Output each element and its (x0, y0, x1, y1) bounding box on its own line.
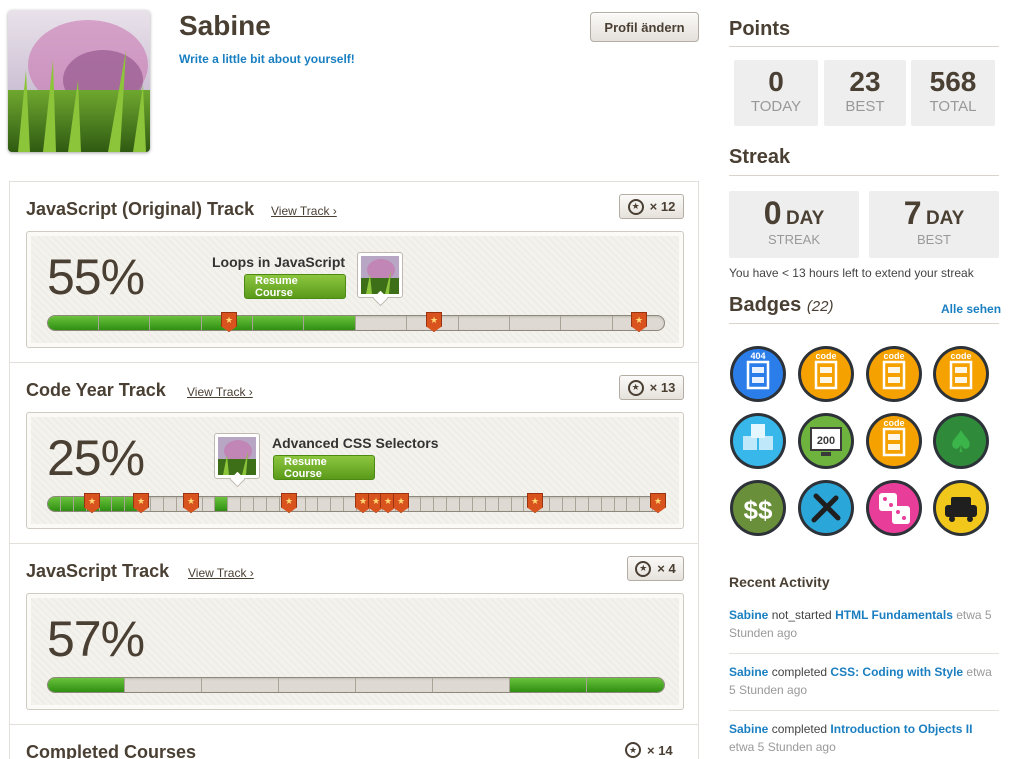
activity-time: etwa 5 Stunden ago (729, 740, 836, 754)
track-count: × 13 (649, 380, 676, 395)
profile-avatar (8, 10, 150, 152)
activity-course-link[interactable]: CSS: Coding with Style (830, 665, 963, 679)
code-robot-icon[interactable]: code (932, 345, 990, 403)
track-count: × 4 (657, 561, 676, 576)
streak-title: Streak (729, 146, 791, 168)
profile-name: Sabine (179, 10, 271, 41)
svg-text:♠: ♠ (948, 425, 975, 460)
streak-note: You have < 13 hours left to extend your … (729, 266, 974, 280)
track-javascript: JavaScript Track View Track › ★ × 4 57% (10, 544, 698, 725)
badges-title: Badges (22) (729, 294, 834, 316)
activity-item: Sabine completed Introduction to Objects… (729, 720, 1001, 756)
svg-text:code: code (883, 418, 904, 428)
completed-count: ★ × 14 (625, 742, 673, 758)
activity-user-link[interactable]: Sabine (729, 608, 768, 622)
view-track-link[interactable]: View Track › (187, 385, 253, 399)
code-robot-icon[interactable]: code (865, 345, 923, 403)
divider (729, 323, 999, 324)
track-progress-bar (47, 677, 665, 693)
track-title: JavaScript (Original) Track (26, 199, 255, 219)
activity-item: Sabine completed CSS: Coding with Style … (729, 663, 1001, 699)
divider (729, 46, 999, 47)
track-count: × 12 (649, 199, 676, 214)
points-total: 568 TOTAL (911, 60, 995, 126)
activity-course-link[interactable]: Introduction to Objects II (830, 722, 972, 736)
completed-courses: Completed Courses ★ × 14 (10, 725, 698, 759)
track-progress-bar (47, 315, 665, 331)
all-badges-link[interactable]: Alle sehen (941, 302, 1001, 316)
activity-action: not_started (768, 608, 836, 622)
activity-course-link[interactable]: HTML Fundamentals (835, 608, 953, 622)
svg-text:200: 200 (817, 435, 835, 447)
dollar-icon[interactable]: $$ (729, 479, 787, 537)
dice-icon[interactable] (865, 479, 923, 537)
view-track-link[interactable]: View Track › (188, 566, 254, 580)
star-circle-icon: ★ (635, 560, 652, 577)
activity-user-link[interactable]: Sabine (729, 722, 768, 736)
track-progress-card: 57% (26, 593, 684, 710)
track-title: Code Year Track (26, 380, 166, 400)
track-badge-count: ★ × 12 (619, 194, 684, 219)
track-percent: 57% (47, 611, 145, 667)
divider (729, 175, 999, 176)
ice-cubes-icon[interactable] (729, 412, 787, 470)
activity-action: completed (768, 665, 831, 679)
view-track-link[interactable]: View Track › (271, 204, 337, 218)
svg-text:$$: $$ (744, 495, 773, 525)
track-badge-count: ★ × 4 (627, 556, 684, 581)
code-robot-icon[interactable]: code (797, 345, 855, 403)
code-robot-icon[interactable]: code (865, 412, 923, 470)
track-progress-card: 25% Advanced CSS Selectors Resume Course… (26, 412, 684, 529)
svg-text:404: 404 (750, 351, 765, 361)
divider (729, 710, 999, 711)
spade-icon[interactable]: ♠ (932, 412, 990, 470)
points-best: 23 BEST (824, 60, 906, 126)
tools-icon[interactable] (797, 479, 855, 537)
track-title: Completed Courses (26, 742, 197, 759)
svg-text:code: code (883, 351, 904, 361)
track-percent: 25% (47, 430, 145, 486)
streak-best: 7 DAY BEST (869, 191, 999, 258)
resume-course-button[interactable]: Resume Course (244, 274, 346, 299)
track-percent: 55% (47, 249, 145, 305)
about-link[interactable]: Write a little bit about yourself! (179, 52, 355, 66)
recent-activity-title: Recent Activity (729, 574, 830, 590)
track-code-year: Code Year Track View Track › ★ × 13 25% … (10, 363, 698, 544)
track-badge-count: ★ × 13 (619, 375, 684, 400)
track-title: JavaScript Track (26, 561, 170, 581)
streak-current: 0 DAY STREAK (729, 191, 859, 258)
divider (729, 653, 999, 654)
course-avatar (357, 252, 403, 298)
monitor-200-icon[interactable]: 200 (797, 412, 855, 470)
track-javascript-original: JavaScript (Original) Track View Track ›… (10, 182, 698, 363)
star-circle-icon: ★ (627, 198, 644, 215)
course-avatar (214, 433, 260, 479)
points-title: Points (729, 18, 791, 40)
current-course-name: Loops in JavaScript (212, 254, 346, 270)
svg-text:code: code (815, 351, 836, 361)
track-progress-card: 55% Loops in JavaScript Resume Course ★ … (26, 231, 684, 348)
current-course-name: Advanced CSS Selectors (272, 435, 439, 451)
activity-item: Sabine not_started HTML Fundamentals etw… (729, 606, 1001, 642)
star-circle-icon: ★ (625, 742, 641, 758)
taxi-icon[interactable] (932, 479, 990, 537)
edit-profile-button[interactable]: Profil ändern (590, 12, 699, 42)
svg-text:code: code (950, 351, 971, 361)
activity-action: completed (768, 722, 831, 736)
activity-user-link[interactable]: Sabine (729, 665, 768, 679)
404-robot-icon[interactable]: 404 (729, 345, 787, 403)
points-today: 0 TODAY (734, 60, 818, 126)
star-circle-icon: ★ (627, 379, 644, 396)
tracks-panel: JavaScript (Original) Track View Track ›… (9, 181, 699, 759)
resume-course-button[interactable]: Resume Course (273, 455, 375, 480)
